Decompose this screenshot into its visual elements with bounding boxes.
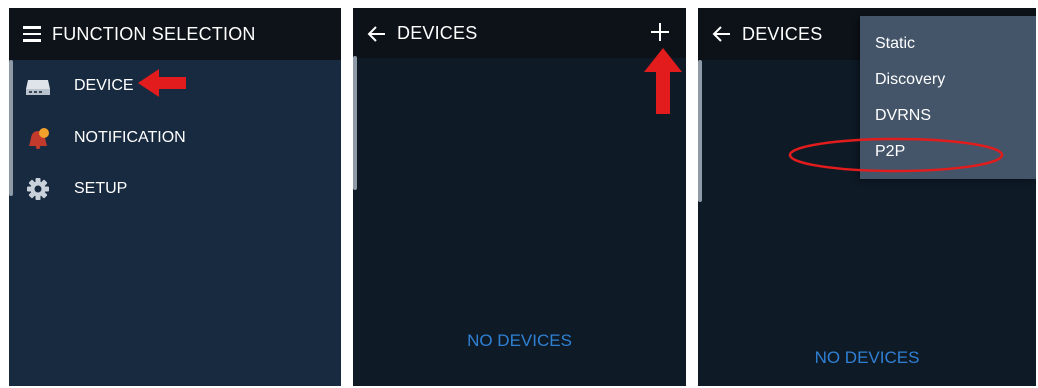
gear-icon	[25, 177, 51, 201]
page-title: DEVICES	[742, 24, 823, 44]
app-bar: DEVICES	[353, 8, 686, 58]
hamburger-menu-icon[interactable]	[23, 26, 41, 42]
page-title: DEVICES	[397, 23, 478, 43]
function-selection-screen: FUNCTION SELECTION DEVICE NOTIFICATION S…	[9, 8, 341, 386]
menu-item-device[interactable]: DEVICE	[9, 66, 341, 106]
add-device-plus-icon[interactable]	[648, 20, 672, 44]
back-arrow-icon[interactable]	[710, 22, 734, 46]
app-bar: FUNCTION SELECTION	[9, 8, 341, 60]
devices-screen: DEVICES NO DEVICES	[353, 8, 686, 386]
dropdown-item-dvrns[interactable]: DVRNS	[875, 107, 931, 125]
scroll-handle[interactable]	[353, 56, 357, 190]
dvr-device-icon	[25, 74, 51, 98]
dropdown-item-static[interactable]: Static	[875, 35, 915, 53]
menu-item-label: SETUP	[74, 180, 128, 197]
back-arrow-icon[interactable]	[365, 22, 389, 46]
menu-item-notification[interactable]: NOTIFICATION	[9, 118, 341, 158]
scroll-handle[interactable]	[698, 60, 702, 202]
menu-item-setup[interactable]: SETUP	[9, 169, 341, 209]
add-device-dropdown: Static Discovery DVRNS P2P	[860, 16, 1036, 179]
dropdown-item-discovery[interactable]: Discovery	[875, 71, 945, 89]
devices-add-menu-screen: DEVICES NO DEVICES Static Discovery DVRN…	[698, 8, 1036, 386]
menu-item-label: NOTIFICATION	[74, 129, 186, 146]
page-title: FUNCTION SELECTION	[52, 24, 256, 44]
menu-item-label: DEVICE	[74, 77, 134, 94]
notification-bell-icon	[25, 126, 51, 150]
dropdown-item-p2p[interactable]: P2P	[875, 143, 905, 161]
empty-state-text: NO DEVICES	[814, 348, 920, 367]
empty-state-text: NO DEVICES	[467, 331, 572, 350]
